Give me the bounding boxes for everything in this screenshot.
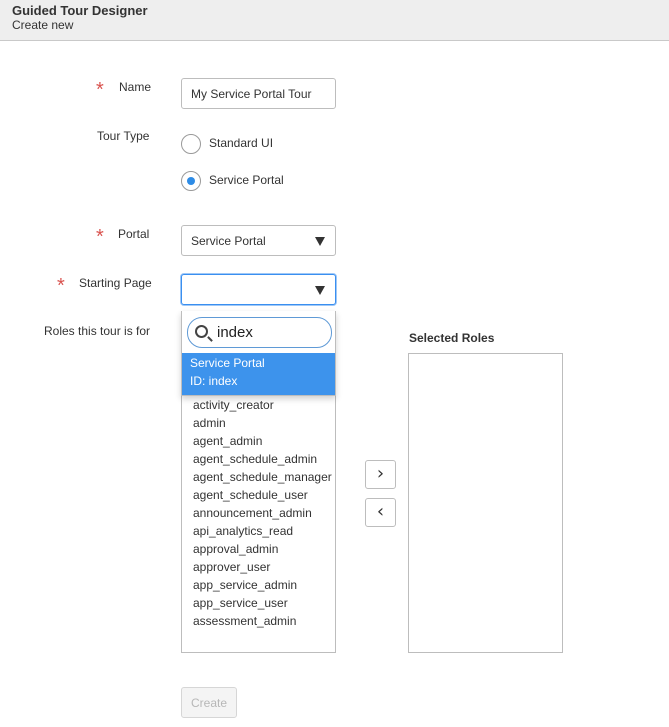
required-asterisk-icon: * bbox=[57, 275, 65, 297]
roles-label: Roles this tour is for bbox=[44, 324, 151, 338]
portal-select-value: Service Portal bbox=[191, 234, 266, 248]
dropdown-option-title: Service Portal bbox=[190, 356, 265, 370]
list-item[interactable]: agent_admin bbox=[193, 434, 262, 448]
starting-page-dropdown: index Service Portal ID: index bbox=[181, 311, 336, 396]
remove-role-button[interactable]: ‹ bbox=[365, 498, 396, 527]
available-roles-list[interactable]: activity_creator admin agent_admin agent… bbox=[181, 353, 336, 653]
caret-down-icon bbox=[315, 237, 325, 246]
list-item[interactable]: app_service_admin bbox=[193, 578, 297, 592]
required-asterisk-icon: * bbox=[96, 79, 104, 101]
create-button[interactable]: Create bbox=[181, 687, 237, 718]
radio-service-portal-label[interactable]: Service Portal bbox=[209, 173, 284, 187]
list-item[interactable]: announcement_admin bbox=[193, 506, 312, 520]
starting-page-label: Starting Page bbox=[79, 276, 152, 290]
list-item[interactable]: admin bbox=[193, 416, 226, 430]
portal-select[interactable]: Service Portal bbox=[181, 225, 336, 256]
dropdown-option-service-portal[interactable]: Service Portal ID: index bbox=[182, 353, 335, 395]
selected-roles-list[interactable] bbox=[408, 353, 563, 653]
tour-type-label: Tour Type bbox=[97, 129, 150, 143]
list-item[interactable]: approval_admin bbox=[193, 542, 278, 556]
radio-standard-ui[interactable] bbox=[181, 134, 201, 154]
dropdown-option-id: ID: index bbox=[190, 374, 238, 388]
required-asterisk-icon: * bbox=[96, 226, 104, 248]
dropdown-search-value: index bbox=[217, 324, 253, 341]
list-item[interactable]: agent_schedule_user bbox=[193, 488, 308, 502]
list-item[interactable]: assessment_admin bbox=[193, 614, 296, 628]
list-item[interactable]: api_analytics_read bbox=[193, 524, 293, 538]
radio-service-portal[interactable] bbox=[181, 171, 201, 191]
list-item[interactable]: approver_user bbox=[193, 560, 270, 574]
page-header: Guided Tour Designer Create new bbox=[0, 0, 669, 41]
list-item[interactable]: agent_schedule_manager bbox=[193, 470, 332, 484]
list-item[interactable]: agent_schedule_admin bbox=[193, 452, 317, 466]
page-title: Guided Tour Designer bbox=[12, 3, 148, 18]
radio-standard-ui-label[interactable]: Standard UI bbox=[209, 136, 273, 150]
dropdown-search-input[interactable]: index bbox=[187, 317, 332, 348]
add-role-button[interactable]: › bbox=[365, 460, 396, 489]
name-input[interactable] bbox=[181, 78, 336, 109]
caret-down-icon bbox=[315, 286, 325, 295]
search-icon bbox=[195, 325, 208, 338]
starting-page-select[interactable] bbox=[181, 274, 336, 305]
name-label: Name bbox=[119, 80, 152, 94]
list-item[interactable]: activity_creator bbox=[193, 398, 274, 412]
portal-label: Portal bbox=[118, 227, 150, 241]
list-item[interactable]: app_service_user bbox=[193, 596, 288, 610]
page-subtitle: Create new bbox=[12, 18, 74, 32]
selected-roles-heading: Selected Roles bbox=[409, 331, 495, 345]
